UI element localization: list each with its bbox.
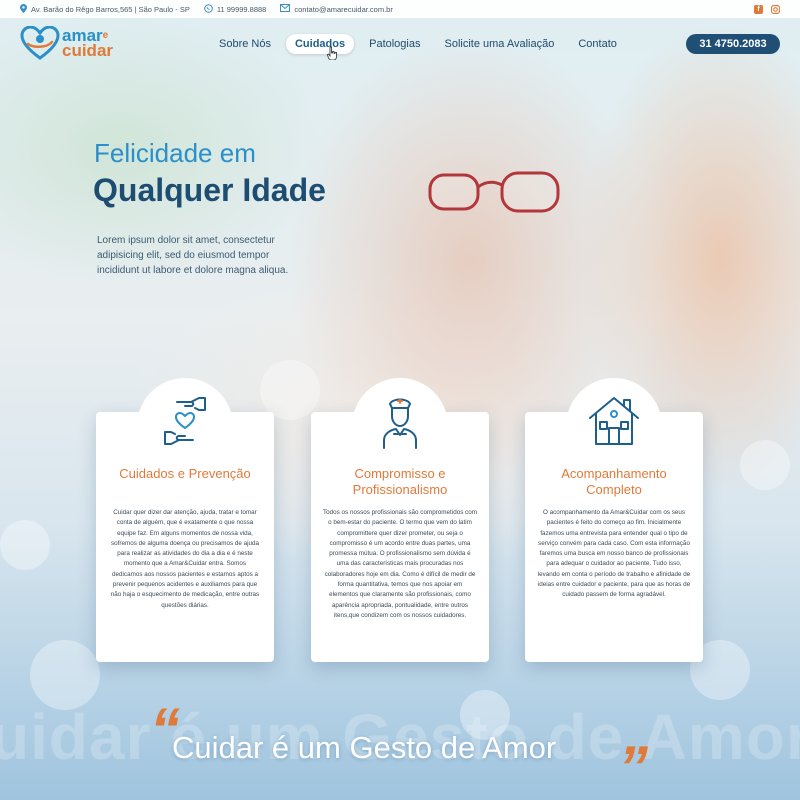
social-links: f [754, 4, 780, 14]
logo-connector: e [102, 30, 109, 41]
address-text: Av. Barão do Rêgo Barros,565 | São Paulo… [31, 4, 190, 14]
logo-word-cuidar: cuidar [62, 41, 114, 60]
bokeh-light [260, 360, 320, 420]
card-text: O acompanhamento da Amar&Cuidar com os s… [537, 509, 691, 599]
whatsapp-icon [204, 3, 213, 15]
heart-logo-icon [20, 25, 60, 60]
phone-button[interactable]: 31 4750.2083 [686, 34, 780, 54]
address-item: Av. Barão do Rêgo Barros,565 | São Paulo… [20, 3, 190, 15]
site-logo[interactable]: amare cuidar [20, 25, 114, 60]
service-card-cuidados: Cuidados e Prevenção Cuidar quer dizer d… [96, 378, 274, 662]
hero-title: Qualquer Idade [93, 172, 326, 208]
facebook-icon[interactable]: f [754, 4, 763, 14]
hero-text: Lorem ipsum dolor sit amet, consectetur … [97, 235, 289, 276]
service-card-acompanhamento: Acompanhamento Completo O acompanhamento… [525, 378, 703, 662]
nurse-icon [370, 390, 430, 450]
card-text: Todos os nossos profissionais são compro… [323, 509, 477, 619]
email-text: contato@amarecuidar.com.br [294, 4, 393, 14]
close-quote-icon: ” [618, 734, 648, 800]
hero-photo-glasses [420, 165, 580, 230]
nav-item-cuidados[interactable]: Cuidados [285, 34, 355, 54]
top-info-bar: Av. Barão do Rêgo Barros,565 | São Paulo… [0, 0, 800, 18]
nav-item-sobre-nos[interactable]: Sobre Nós [210, 34, 280, 54]
logo-wordmark: amare cuidar [62, 27, 114, 60]
whatsapp-item[interactable]: 11 99999.8888 [204, 3, 267, 15]
card-title: Acompanhamento Completo [561, 466, 667, 497]
instagram-icon[interactable] [771, 4, 780, 14]
nav-item-patologias[interactable]: Patologias [360, 34, 429, 54]
card-text: Cuidar quer dizer dar atenção, ajuda, tr… [110, 509, 260, 609]
service-card-compromisso: Compromisso e Profissionalismo Todos os … [311, 378, 489, 662]
card-title: Compromisso e Profissionalismo [352, 466, 448, 497]
nav-item-solicite-avaliacao[interactable]: Solicite uma Avaliação [435, 34, 563, 54]
nav-item-contato[interactable]: Contato [569, 34, 626, 54]
page-background: Av. Barão do Rêgo Barros,565 | São Paulo… [0, 0, 800, 800]
caring-hands-heart-icon [155, 390, 215, 450]
house-icon [584, 390, 644, 450]
slogan: Cuidar é um Gesto de Amor [172, 730, 557, 765]
card-title: Cuidados e Prevenção [119, 466, 251, 481]
main-nav: Sobre Nós Cuidados Patologias Solicite u… [210, 34, 632, 54]
bokeh-light [0, 520, 50, 570]
location-pin-icon [20, 3, 27, 15]
hand-cursor-icon [326, 46, 337, 61]
whatsapp-number: 11 99999.8888 [216, 4, 267, 14]
email-item[interactable]: contato@amarecuidar.com.br [280, 4, 393, 14]
envelope-icon [280, 4, 291, 14]
hero-subtitle: Felicidade em [94, 138, 256, 168]
bokeh-light [740, 440, 790, 490]
